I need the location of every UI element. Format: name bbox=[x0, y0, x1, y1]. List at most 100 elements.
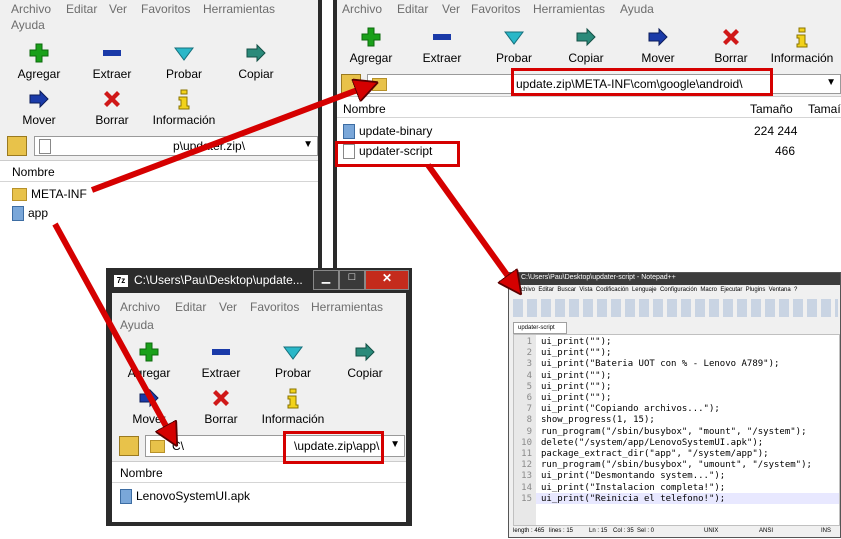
info-button[interactable]: Información bbox=[767, 26, 837, 65]
minimize-button[interactable]: ▁ bbox=[313, 270, 339, 290]
center-client: Archivo Editar Ver Favoritos Herramienta… bbox=[112, 293, 406, 522]
column-size2-header[interactable]: Tamaí bbox=[808, 102, 841, 116]
header-divider bbox=[112, 482, 406, 483]
move-button[interactable]: Mover bbox=[623, 26, 693, 65]
list-item[interactable]: LenovoSystemUI.apk bbox=[120, 489, 250, 505]
list-item[interactable]: app bbox=[12, 206, 48, 222]
line-number: 10 bbox=[521, 437, 532, 448]
code-line: ui_print(""); bbox=[541, 348, 612, 359]
menu-archivo[interactable]: Archivo bbox=[11, 2, 51, 16]
add-button[interactable]: Agregar bbox=[4, 42, 74, 81]
menu-archivo[interactable]: Archivo bbox=[120, 300, 160, 314]
left-address-bar[interactable]: p\updater.zip\ ▼ bbox=[34, 136, 318, 156]
code-line: ui_print("Bateria UOT con % - Lenovo A78… bbox=[541, 359, 780, 370]
delete-button[interactable]: Borrar bbox=[186, 387, 256, 426]
menu-favoritos[interactable]: Favoritos bbox=[250, 300, 299, 314]
menu-ver[interactable]: Ver bbox=[442, 2, 460, 16]
move-button[interactable]: Mover bbox=[4, 88, 74, 127]
add-button[interactable]: Agregar bbox=[336, 26, 406, 65]
code-line: delete("/system/app/LenovoSystemUI.apk")… bbox=[541, 437, 764, 448]
chevron-down-icon[interactable]: ▼ bbox=[390, 439, 400, 450]
code-line: ui_print(""); bbox=[541, 370, 612, 381]
menu-herramientas[interactable]: Herramientas bbox=[311, 300, 383, 314]
folder-icon bbox=[372, 78, 387, 91]
line-number: 9 bbox=[526, 426, 532, 437]
copy-button[interactable]: Copiar bbox=[330, 341, 400, 380]
column-name-header[interactable]: Nombre bbox=[12, 165, 55, 179]
notepad-toolbar[interactable] bbox=[513, 299, 838, 317]
apk-file-icon bbox=[120, 489, 132, 505]
list-item[interactable]: META-INF bbox=[12, 187, 87, 202]
notepad-editor[interactable]: 1 ui_print(""); 2 ui_print(""); 3 ui_print("B… bbox=[513, 334, 840, 526]
menu-ver[interactable]: Ver bbox=[219, 300, 237, 314]
menu-favoritos[interactable]: Favoritos bbox=[471, 2, 520, 16]
move-label: Mover bbox=[22, 113, 56, 127]
line-number: 12 bbox=[521, 460, 532, 471]
highlight-right-address bbox=[511, 68, 773, 96]
notepad-title: C:\Users\Pau\Desktop\updater-script - No… bbox=[521, 274, 676, 281]
copy-button[interactable]: Copiar bbox=[221, 42, 291, 81]
close-button[interactable]: ✕ bbox=[365, 270, 409, 290]
test-label: Probar bbox=[274, 366, 312, 380]
code-line: run_program("/sbin/busybox", "mount", "/… bbox=[541, 426, 807, 437]
highlight-updater-script bbox=[335, 141, 460, 167]
line-number: 1 bbox=[526, 337, 532, 347]
notepad-menu-text[interactable]: Archivo Editar Buscar Vista Codificación… bbox=[515, 287, 797, 293]
left-7zip-window: Archivo Editar Ver Favoritos Herramienta… bbox=[0, 0, 322, 271]
line-number: 14 bbox=[521, 482, 532, 493]
column-name-header[interactable]: Nombre bbox=[343, 102, 386, 116]
test-label: Probar bbox=[495, 51, 533, 65]
column-size-header[interactable]: Tamaño bbox=[750, 102, 793, 116]
info-label: Información bbox=[770, 51, 834, 65]
menu-editar[interactable]: Editar bbox=[66, 2, 97, 16]
up-folder-button[interactable] bbox=[119, 436, 139, 456]
test-button[interactable]: Probar bbox=[149, 42, 219, 81]
code-line: ui_print("Copiando archivos..."); bbox=[541, 404, 720, 415]
extract-label: Extraer bbox=[422, 51, 462, 65]
info-button[interactable]: Información bbox=[258, 387, 328, 426]
notepad-titlebar: C:\Users\Pau\Desktop\updater-script - No… bbox=[509, 273, 840, 285]
folder-icon bbox=[150, 440, 165, 453]
code-line: run_program("/sbin/busybox", "umount", "… bbox=[541, 460, 812, 471]
maximize-button[interactable]: □ bbox=[339, 270, 365, 290]
list-item[interactable]: update-binary bbox=[343, 124, 432, 140]
up-folder-button[interactable] bbox=[341, 74, 361, 94]
test-button[interactable]: Probar bbox=[258, 341, 328, 380]
test-button[interactable]: Probar bbox=[479, 26, 549, 65]
menu-ver[interactable]: Ver bbox=[109, 2, 127, 16]
menu-ayuda[interactable]: Ayuda bbox=[620, 2, 654, 16]
tab-updater-script[interactable]: updater-script bbox=[513, 322, 567, 334]
copy-button[interactable]: Copiar bbox=[551, 26, 621, 65]
info-icon bbox=[178, 89, 190, 110]
line-number: 13 bbox=[521, 471, 532, 482]
move-arrow-icon bbox=[139, 388, 159, 408]
plus-icon bbox=[139, 342, 159, 362]
app-icon: 7z bbox=[114, 275, 128, 287]
menu-ayuda[interactable]: Ayuda bbox=[120, 318, 154, 332]
delete-button[interactable]: Borrar bbox=[696, 26, 766, 65]
menu-herramientas[interactable]: Herramientas bbox=[533, 2, 605, 16]
menu-editar[interactable]: Editar bbox=[397, 2, 428, 16]
check-icon bbox=[283, 346, 303, 360]
up-folder-button[interactable] bbox=[7, 136, 27, 156]
column-name-header[interactable]: Nombre bbox=[120, 466, 163, 480]
menu-herramientas[interactable]: Herramientas bbox=[203, 2, 275, 16]
extract-button[interactable]: Extraer bbox=[407, 26, 477, 65]
move-arrow-icon bbox=[29, 89, 49, 109]
line-number: 15 bbox=[521, 493, 532, 504]
menu-editar[interactable]: Editar bbox=[175, 300, 206, 314]
menu-archivo[interactable]: Archivo bbox=[342, 2, 382, 16]
delete-button[interactable]: Borrar bbox=[77, 88, 147, 127]
chevron-down-icon[interactable]: ▼ bbox=[303, 139, 313, 150]
extract-button[interactable]: Extraer bbox=[186, 341, 256, 380]
copy-label: Copiar bbox=[347, 366, 383, 380]
menu-ayuda[interactable]: Ayuda bbox=[11, 18, 45, 32]
chevron-down-icon[interactable]: ▼ bbox=[826, 77, 836, 88]
left-list: Nombre META-INF app bbox=[0, 160, 318, 271]
menu-favoritos[interactable]: Favoritos bbox=[141, 2, 190, 16]
extract-button[interactable]: Extraer bbox=[77, 42, 147, 81]
info-button[interactable]: Información bbox=[149, 88, 219, 127]
add-button[interactable]: Agregar bbox=[114, 341, 184, 380]
left-address-text: p\updater.zip\ bbox=[173, 139, 246, 153]
move-button[interactable]: Mover bbox=[114, 387, 184, 426]
